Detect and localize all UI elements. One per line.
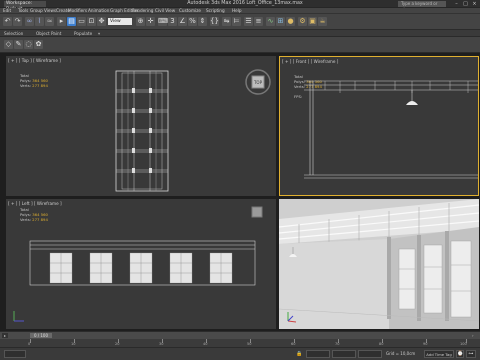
reference-coordinate-dropdown[interactable]: View — [108, 18, 132, 25]
stats-verts-label: Verts: — [20, 83, 31, 88]
tick-label: 80 — [379, 342, 384, 346]
time-slider[interactable]: 0 / 100 — [30, 333, 52, 338]
window-title: Autodesk 3ds Max 2016 Loft_Office_13max.… — [187, 1, 303, 6]
tab-object-paint[interactable]: Object Paint — [36, 30, 61, 37]
tick-label: 30 — [159, 342, 164, 346]
mirror-icon[interactable]: ⇋ — [222, 17, 231, 26]
tab-selection[interactable]: Selection — [4, 30, 23, 37]
maximize-icon[interactable]: □ — [461, 1, 470, 7]
z-coordinate-field[interactable] — [358, 350, 382, 358]
ribbon-tabs: Selection Object Paint Populate ▾ — [0, 30, 480, 37]
stats-overlay: Total Polys: 364 560 Verts: 277 894 — [20, 207, 48, 222]
tick-label: 90 — [423, 342, 428, 346]
viewport-top-label[interactable]: [ + ] [ Top ] [ Wireframe ] — [8, 58, 61, 63]
bind-space-warp-icon[interactable]: ≈ — [45, 17, 54, 26]
close-icon[interactable]: × — [470, 1, 479, 7]
workspace-dropdown[interactable]: Workspace: Default — [4, 1, 46, 12]
window-crossing-icon[interactable]: ⊡ — [87, 17, 96, 26]
viewport-front[interactable]: [ + ] [ Front ] [ Wireframe ] Total Poly… — [279, 56, 479, 196]
maxscript-listener[interactable] — [4, 350, 26, 358]
track-bar[interactable]: 0 10 20 30 40 50 60 70 80 90 100 — [0, 339, 480, 348]
perspective-render — [279, 199, 479, 329]
rendered-frame-window-icon[interactable]: ▣ — [308, 17, 317, 26]
tick-label: 20 — [115, 342, 120, 346]
y-coordinate-field[interactable] — [332, 350, 356, 358]
snaps-toggle-icon[interactable]: 3 — [168, 17, 177, 26]
polygon-modeling-icon[interactable]: ◇ — [4, 40, 13, 49]
curve-editor-icon[interactable]: ∿ — [266, 17, 275, 26]
pivot-center-icon[interactable]: ⊕ — [136, 17, 145, 26]
spinner-snap-icon[interactable]: ⇕ — [198, 17, 207, 26]
percent-snap-icon[interactable]: % — [188, 17, 197, 26]
next-frame-icon[interactable]: › — [472, 333, 478, 338]
search-input[interactable]: Type a keyword or phrase — [398, 1, 446, 12]
status-bar: 🔒 Grid = 10,0cm Add Time Tag ⌚ ⊶ — [0, 348, 480, 360]
scene-explorer-icon[interactable]: ☰ — [244, 17, 253, 26]
auto-key-icon[interactable]: ⌚ — [456, 350, 464, 358]
edit-named-selection-icon[interactable]: {} — [210, 17, 219, 26]
x-coordinate-field[interactable] — [306, 350, 330, 358]
set-key-icon[interactable]: ⊶ — [466, 350, 476, 358]
viewport-left[interactable]: [ + ] [ Left ] [ Wireframe ] Total Polys… — [6, 199, 276, 329]
select-by-name-icon[interactable]: ▤ — [67, 17, 76, 26]
stats-verts-value: 277 894 — [32, 83, 48, 88]
grid-size-label: Grid = 10,0cm — [386, 351, 416, 356]
viewport-perspective[interactable]: [ + ] [ Perspective ] [ Shaded ] — [279, 199, 479, 329]
svg-text:TOP: TOP — [253, 80, 263, 85]
rectangle-selection-icon[interactable]: ▭ — [77, 17, 86, 26]
mini-listener-icon[interactable]: ▸ — [2, 333, 8, 338]
material-editor-icon[interactable]: ● — [286, 17, 295, 26]
angle-snap-icon[interactable]: ∠ — [178, 17, 187, 26]
selection-panel-icon[interactable]: ◌ — [24, 40, 33, 49]
stats-verts-value: 277 894 — [32, 217, 48, 222]
tick-label: 100 — [460, 342, 467, 346]
select-move-icon[interactable]: ✥ — [97, 17, 106, 26]
stats-verts-label: Verts: — [20, 217, 31, 222]
freeform-icon[interactable]: ✎ — [14, 40, 23, 49]
unlink-icon[interactable]: ⌇ — [35, 17, 44, 26]
lock-selection-icon[interactable]: 🔒 — [296, 351, 302, 357]
render-production-icon[interactable]: ☕ — [318, 17, 327, 26]
viewcube-icon[interactable]: TOP — [244, 68, 272, 96]
redo-icon[interactable]: ↷ — [13, 17, 22, 26]
front-elevation-wireframe — [304, 80, 478, 179]
viewport-top[interactable]: [ + ] [ Top ] [ Wireframe ] Total Polys:… — [6, 56, 276, 196]
ribbon-options-icon[interactable]: ▾ — [98, 30, 100, 37]
undo-icon[interactable]: ↶ — [3, 17, 12, 26]
tab-populate[interactable]: Populate — [74, 30, 92, 37]
title-bar: Workspace: Default Autodesk 3ds Max 2016… — [0, 0, 480, 12]
left-elevation-wireframe — [29, 240, 256, 286]
tick-label: 50 — [247, 342, 252, 346]
axis-tripod-icon — [287, 312, 297, 323]
select-object-icon[interactable]: ▸ — [57, 17, 66, 26]
render-setup-icon[interactable]: ⚙ — [298, 17, 307, 26]
object-paint-icon[interactable]: ✿ — [34, 40, 43, 49]
tick-label: 40 — [203, 342, 208, 346]
add-time-tag-button[interactable]: Add Time Tag — [424, 350, 454, 358]
schematic-view-icon[interactable]: ⊞ — [276, 17, 285, 26]
align-icon[interactable]: ⊨ — [232, 17, 241, 26]
axis-tripod-icon — [13, 311, 24, 322]
tick-label: 60 — [291, 342, 296, 346]
keyboard-shortcut-icon[interactable]: ⌨ — [158, 17, 168, 26]
tick-label: 70 — [335, 342, 340, 346]
minimize-icon[interactable]: – — [452, 1, 461, 7]
viewport-left-label[interactable]: [ + ] [ Left ] [ Wireframe ] — [8, 201, 62, 206]
link-icon[interactable]: ∞ — [25, 17, 34, 26]
time-slider-bar: ▸ 0 / 100 › — [0, 331, 480, 339]
main-toolbar: ↶ ↷ ∞ ⌇ ≈ ▸ ▤ ▭ ⊡ ✥ View ⊕ ✛ ⌨ 3 ∠ % ⇕ {… — [0, 14, 480, 30]
tick-label: 0 — [28, 342, 31, 346]
tick-label: 10 — [71, 342, 76, 346]
top-plan-wireframe — [115, 70, 169, 192]
ribbon-panel: ◇ ✎ ◌ ✿ — [0, 37, 480, 53]
stats-overlay: Total Polys: 364 560 Verts: 277 894 — [20, 73, 48, 88]
layer-explorer-icon[interactable]: ≡ — [254, 17, 263, 26]
viewport-area: [ + ] [ Top ] [ Wireframe ] Total Polys:… — [0, 53, 480, 331]
viewcube-left-icon[interactable] — [250, 205, 264, 219]
select-manipulate-icon[interactable]: ✛ — [146, 17, 155, 26]
